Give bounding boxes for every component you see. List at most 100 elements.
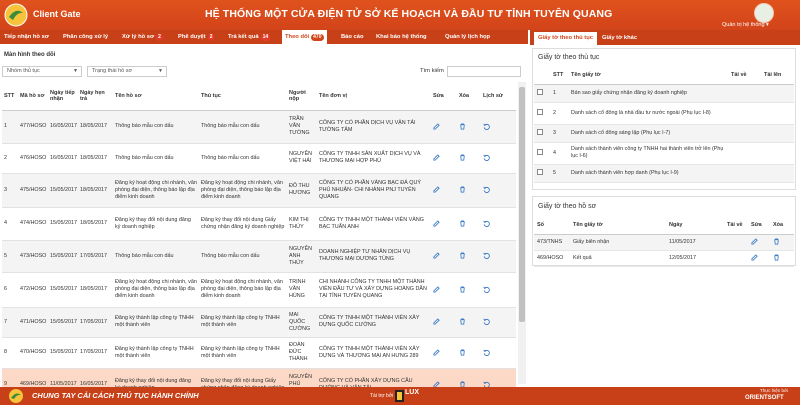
trash-icon[interactable] <box>459 286 466 293</box>
chevron-down-icon: ▼ <box>73 68 78 74</box>
nav-xu-ly[interactable]: Xử lý hồ sơ 2 <box>122 30 163 44</box>
list-item[interactable]: 4 Danh sách thành viên công ty TNHH hai t… <box>534 142 794 165</box>
doc-name: Bản sao giấy chứng nhận đăng ký doanh ng… <box>568 84 728 103</box>
trash-icon[interactable] <box>459 252 466 259</box>
list-item[interactable]: 473/TNHS Giấy biên nhận 11/05/2017 <box>534 234 794 251</box>
scrollbar-thumb[interactable] <box>519 87 525 322</box>
trash-icon[interactable] <box>459 318 466 325</box>
edit-icon[interactable] <box>433 285 440 293</box>
footer: CHUNG TAY CẢI CÁCH THỦ TỤC HÀNH CHÍNH Tà… <box>0 387 800 405</box>
p2-col-sua: Sửa <box>748 216 770 235</box>
nav-phe-duyet[interactable]: Phê duyệt 2 <box>178 30 215 44</box>
edit-icon[interactable] <box>433 186 440 193</box>
history-icon[interactable] <box>483 286 490 293</box>
trash-icon[interactable] <box>459 349 466 356</box>
list-item[interactable]: 469/HOSO Kết quả 12/05/2017 <box>534 250 794 267</box>
col-stt[interactable]: STT <box>2 82 18 111</box>
col-ten-don-vi[interactable]: Tên đơn vị <box>317 82 431 111</box>
doc-checkbox[interactable] <box>537 148 543 155</box>
nav-theo-doi[interactable]: Theo dõi 470 <box>282 30 327 44</box>
list-item[interactable]: 3 Danh sách cổ đông sáng lập (Phụ lục I-7… <box>534 124 794 143</box>
edit-icon[interactable] <box>433 219 440 227</box>
edit-icon[interactable] <box>433 318 440 325</box>
cell-ten-don-vi: CÔNG TY TNHH MỘT THÀNH VIÊN XÂY DỰNG QUỐ… <box>317 307 431 338</box>
cell-ngay-hen-tra: 17/05/2017 <box>78 337 113 369</box>
list-item[interactable]: 5 Danh sách thành viên hợp danh (Phụ lục … <box>534 164 794 183</box>
doc-so: 473/TNHS <box>534 234 570 251</box>
table-row[interactable]: 5 473/HOSO 15/05/2017 17/05/2017 Thông báo m… <box>2 240 516 273</box>
col-thu-tuc[interactable]: Thủ tục <box>199 82 287 111</box>
cell-ngay-hen-tra: 17/05/2017 <box>78 240 113 273</box>
col-ma-ho-so[interactable]: Mã hồ sơ <box>18 82 48 111</box>
cell-nguoi-nop: ĐOÀN ĐỨC THÀNH <box>287 337 317 369</box>
list-item[interactable]: 1 Bản sao giấy chứng nhận đăng ký doanh n… <box>534 84 794 103</box>
history-icon[interactable] <box>483 318 490 325</box>
table-row[interactable]: 3 475/HOSO 15/05/2017 18/05/2017 Đăng ký hoạ… <box>2 173 516 208</box>
cell-thu-tuc: Đăng ký thay đổi nội dung Giấy chứng nhậ… <box>199 207 287 241</box>
trash-icon[interactable] <box>459 220 466 227</box>
doc-checkbox[interactable] <box>537 88 543 95</box>
table-row[interactable]: 6 472/HOSO 15/05/2017 18/05/2017 Đăng ký hoạ… <box>2 272 516 308</box>
cell-ten-don-vi: DOANH NGHIỆP TƯ NHÂN DỊCH VỤ THƯƠNG MẠI … <box>317 240 431 273</box>
cell-ma-ho-so: 474/HOSO <box>18 207 48 241</box>
nav-khai-bao[interactable]: Khai báo hệ thống <box>376 30 427 44</box>
trash-icon[interactable] <box>773 238 780 245</box>
doc-checkbox[interactable] <box>537 168 543 175</box>
doc-checkbox[interactable] <box>537 128 543 135</box>
nav-tiep-nhan[interactable]: Tiếp nhận hồ sơ <box>4 30 49 44</box>
cell-ten-don-vi: CÔNG TY CỔ PHẦN DỊCH VỤ VẬN TẢI TƯỜNG TÂ… <box>317 110 431 144</box>
status-filter-select[interactable]: Trạng thái hồ sơ ▼ <box>87 66 167 77</box>
col-ten-ho-so[interactable]: Tên hồ sơ <box>113 82 199 111</box>
right-tabs: Giấy tờ theo thủ tục Giấy tờ khác <box>530 30 800 45</box>
nav-phan-cong[interactable]: Phân công xử lý <box>63 30 108 44</box>
cell-nguoi-nop: KIM THỊ THÚY <box>287 207 317 241</box>
main-nav: Tiếp nhận hồ sơ Phân công xử lý Xử lý hồ… <box>0 30 528 44</box>
edit-icon[interactable] <box>433 348 440 356</box>
nav-bao-cao[interactable]: Báo cáo <box>341 30 364 44</box>
table-scrollbar[interactable] <box>518 82 526 384</box>
cell-ngay-hen-tra: 18/05/2017 <box>78 143 113 174</box>
col-ngay-tiep-nhan[interactable]: Ngày tiếp nhận <box>48 82 78 111</box>
history-icon[interactable] <box>483 252 490 259</box>
col-nguoi-nop[interactable]: Người nộp <box>287 82 317 111</box>
records-table: STT Mã hồ sơ Ngày tiếp nhận Ngày hẹn trả… <box>2 82 516 402</box>
trash-icon[interactable] <box>459 154 466 161</box>
trash-icon[interactable] <box>459 186 466 193</box>
credit-label: Thực hiện bởi <box>760 388 788 393</box>
edit-icon[interactable] <box>433 122 440 130</box>
history-icon[interactable] <box>483 154 490 161</box>
trash-icon[interactable] <box>773 254 780 261</box>
table-row[interactable]: 4 474/HOSO 15/05/2017 18/05/2017 Đăng ký tha… <box>2 207 516 241</box>
table-row[interactable]: 7 471/HOSO 15/05/2017 17/05/2017 Đăng ký thà… <box>2 307 516 338</box>
app-logo-icon <box>4 3 28 27</box>
trash-icon[interactable] <box>459 123 466 130</box>
history-icon[interactable] <box>483 349 490 356</box>
search-label: Tìm kiếm <box>420 68 444 74</box>
edit-icon[interactable] <box>751 254 758 261</box>
cell-ten-ho-so: Thông báo mẫu con dấu <box>113 240 199 273</box>
p1-col-stt: STT <box>550 66 568 85</box>
tab-giay-to-khac[interactable]: Giấy tờ khác <box>598 32 641 45</box>
edit-icon[interactable] <box>433 252 440 259</box>
history-icon[interactable] <box>483 186 490 193</box>
user-menu[interactable]: Quản trị hệ thống ▾ <box>722 22 769 28</box>
nav-lich-hop[interactable]: Quản lý lịch họp <box>445 30 490 44</box>
user-avatar[interactable] <box>754 3 774 23</box>
search-input[interactable] <box>447 66 521 77</box>
nav-tra-ket-qua[interactable]: Trả kết quả 14 <box>228 30 271 44</box>
table-row[interactable]: 8 470/HOSO 15/05/2017 17/05/2017 Đăng ký thà… <box>2 337 516 369</box>
cell-nguoi-nop: TRỊNH VĂN HÙNG <box>287 272 317 308</box>
history-icon[interactable] <box>483 123 490 130</box>
history-icon[interactable] <box>483 220 490 227</box>
xu-ly-badge: 2 <box>156 34 163 41</box>
edit-icon[interactable] <box>751 238 758 245</box>
doc-checkbox[interactable] <box>537 108 543 115</box>
group-filter-select[interactable]: Nhóm thủ tục ▼ <box>2 66 82 77</box>
table-row[interactable]: 1 477/HOSO 16/05/2017 18/05/2017 Thông báo m… <box>2 110 516 144</box>
record-docs-table: Số Tên giấy tờ Ngày Tải về Sửa Xóa 473/TNHS Gi… <box>534 216 794 267</box>
table-row[interactable]: 2 476/HOSO 16/05/2017 18/05/2017 Thông báo m… <box>2 143 516 174</box>
edit-icon[interactable] <box>433 154 440 161</box>
col-ngay-hen-tra[interactable]: Ngày hẹn trả <box>78 82 113 111</box>
list-item[interactable]: 2 Danh sách cổ đông là nhà đầu tư nước ng… <box>534 102 794 125</box>
tab-giay-to-thu-tuc[interactable]: Giấy tờ theo thủ tục <box>534 32 598 45</box>
